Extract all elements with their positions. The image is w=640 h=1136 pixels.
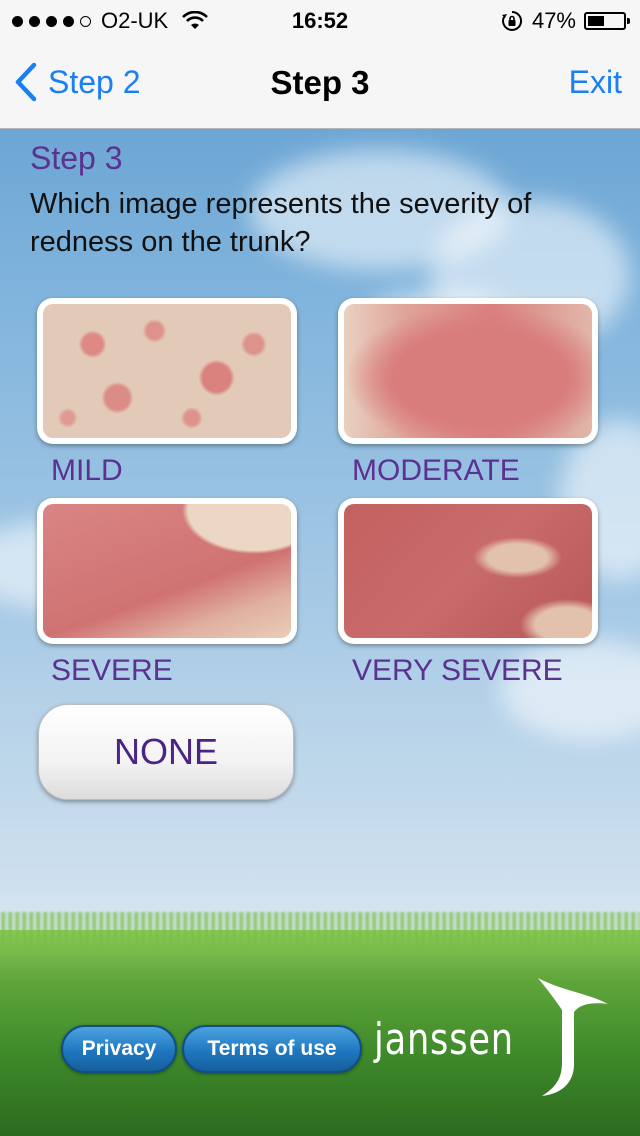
moderate-redness-photo xyxy=(344,304,592,438)
none-button[interactable]: NONE xyxy=(38,704,294,800)
battery-level xyxy=(588,16,604,26)
mild-redness-photo xyxy=(43,304,291,438)
battery-icon xyxy=(584,12,630,30)
navigation-bar: Step 2 Step 3 Exit xyxy=(0,40,640,129)
rotation-lock-icon xyxy=(500,9,524,33)
severe-redness-photo xyxy=(43,504,291,638)
option-label-moderate[interactable]: MODERATE xyxy=(352,454,520,488)
terms-of-use-button[interactable]: Terms of use xyxy=(182,1025,362,1073)
page-title: Step 3 xyxy=(270,64,370,101)
janssen-logo-icon xyxy=(538,978,608,1096)
privacy-button[interactable]: Privacy xyxy=(61,1025,177,1073)
option-label-severe[interactable]: SEVERE xyxy=(51,654,173,688)
battery-percent: 47% xyxy=(531,8,576,33)
app-screen: O2-UK 16:52 47% Step 2 Step 3 Exit Step … xyxy=(0,0,640,1136)
brand-wordmark: janssen xyxy=(374,1014,514,1065)
option-label-mild[interactable]: MILD xyxy=(51,454,123,488)
step-heading: Step 3 xyxy=(30,140,123,176)
option-card-moderate[interactable] xyxy=(338,298,598,444)
status-right: 47% xyxy=(500,8,630,34)
option-label-very-severe[interactable]: VERY SEVERE xyxy=(352,654,563,688)
option-card-severe[interactable] xyxy=(37,498,297,644)
very-severe-redness-photo xyxy=(344,504,592,638)
option-card-mild[interactable] xyxy=(37,298,297,444)
status-bar: O2-UK 16:52 47% xyxy=(0,0,640,40)
option-card-very-severe[interactable] xyxy=(338,498,598,644)
question-text: Which image represents the severity of r… xyxy=(30,188,532,258)
exit-button[interactable]: Exit xyxy=(569,64,622,101)
